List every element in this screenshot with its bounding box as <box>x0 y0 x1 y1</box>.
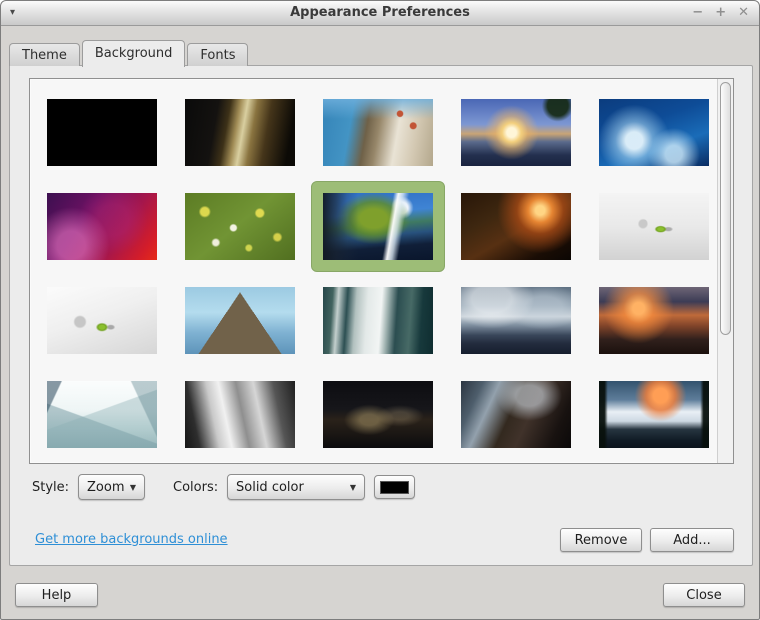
scrollbar-track[interactable] <box>717 79 733 463</box>
get-more-backgrounds-link[interactable]: Get more backgrounds online <box>35 532 228 547</box>
wallpaper-image <box>461 193 571 260</box>
wallpaper-thumbnail-lit-building-night[interactable] <box>185 99 295 166</box>
wallpaper-image <box>185 99 295 166</box>
window-controls: − + ✕ <box>692 5 749 21</box>
color-swatch-fill <box>380 481 409 494</box>
wallpaper-thumbnail-palm-beach-sunset[interactable] <box>461 99 571 166</box>
wallpaper-image <box>461 99 571 166</box>
wallpaper-thumbnail-solid-black[interactable] <box>47 99 157 166</box>
titlebar: ▾ Appearance Preferences − + ✕ <box>1 1 759 26</box>
wallpaper-image <box>47 287 157 354</box>
wallpaper-thumbnail-flower-meadow[interactable] <box>185 193 295 260</box>
wallpaper-list <box>29 78 734 464</box>
wallpaper-thumbnail-mint-logo-studio-b[interactable] <box>47 287 157 354</box>
wallpaper-image <box>323 287 433 354</box>
wallpaper-thumbnail-purple-abstract[interactable] <box>47 193 157 260</box>
add-button-label: Add... <box>673 533 711 548</box>
wallpaper-thumbnail-ocean-wave[interactable] <box>599 99 709 166</box>
close-button-label: Close <box>686 588 721 603</box>
wallpaper-thumbnail-coastal-cliff-town[interactable] <box>323 99 433 166</box>
style-dropdown[interactable]: Zoom ▼ <box>78 474 145 500</box>
add-button[interactable]: Add... <box>650 528 734 552</box>
remove-button-label: Remove <box>575 533 628 548</box>
wallpaper-thumbnail-green-cliff-beach[interactable] <box>323 193 433 260</box>
minimize-button[interactable]: − <box>692 5 703 21</box>
wallpaper-grid <box>47 99 709 448</box>
colors-dropdown[interactable]: Solid color ▼ <box>227 474 365 500</box>
close-button[interactable]: Close <box>663 583 745 607</box>
close-window-button[interactable]: ✕ <box>738 5 749 21</box>
wallpaper-thumbnail-city-skyline-clouds[interactable] <box>461 287 571 354</box>
window-title: Appearance Preferences <box>1 5 759 20</box>
wallpaper-image <box>461 287 571 354</box>
wallpaper-thumbnail-glass-towers[interactable] <box>323 287 433 354</box>
tab-background[interactable]: Background <box>82 40 186 67</box>
wallpaper-thumbnail-dark-shore-glitter[interactable] <box>461 381 571 448</box>
wallpaper-image <box>599 99 709 166</box>
wallpaper-thumbnail-glass-pyramid[interactable] <box>185 287 295 354</box>
color-swatch-button[interactable] <box>374 475 415 499</box>
wallpaper-image <box>47 381 157 448</box>
wallpaper-image <box>323 99 433 166</box>
wallpaper-image <box>185 287 295 354</box>
help-button[interactable]: Help <box>15 583 98 607</box>
wallpaper-image <box>599 287 709 354</box>
tab-bar: ThemeBackgroundFonts <box>9 39 250 66</box>
colors-dropdown-value: Solid color <box>236 480 304 495</box>
style-label: Style: <box>32 480 69 495</box>
help-button-label: Help <box>42 588 72 603</box>
wallpaper-thumbnail-minimal-mountains[interactable] <box>47 381 157 448</box>
wallpaper-thumbnail-bw-curved-building[interactable] <box>185 381 295 448</box>
wallpaper-image <box>185 381 295 448</box>
chevron-down-icon: ▼ <box>350 483 356 492</box>
wallpaper-thumbnail-mint-logo-studio-a[interactable] <box>599 193 709 260</box>
wallpaper-image <box>461 381 571 448</box>
style-dropdown-value: Zoom <box>87 480 124 495</box>
background-tab-panel: Style: Zoom ▼ Colors: Solid color ▼ Get … <box>9 65 753 566</box>
wallpaper-thumbnail-night-city-panorama[interactable] <box>323 381 433 448</box>
tab-fonts[interactable]: Fonts <box>187 43 248 66</box>
wallpaper-image <box>323 193 433 260</box>
appearance-preferences-window: ▾ Appearance Preferences − + ✕ ThemeBack… <box>0 0 760 620</box>
wallpaper-thumbnail-snowy-mountain-sunset[interactable] <box>599 381 709 448</box>
wallpaper-image <box>599 381 709 448</box>
colors-label: Colors: <box>173 480 218 495</box>
wallpaper-thumbnail-dark-orange-sunset[interactable] <box>461 193 571 260</box>
wallpaper-image <box>599 193 709 260</box>
chevron-down-icon: ▼ <box>130 483 136 492</box>
wallpaper-image <box>185 193 295 260</box>
wallpaper-image <box>323 381 433 448</box>
wallpaper-image <box>47 99 157 166</box>
scrollbar-thumb[interactable] <box>720 82 731 335</box>
wallpaper-thumbnail-sunset-over-water[interactable] <box>599 287 709 354</box>
maximize-button[interactable]: + <box>715 5 726 21</box>
remove-button[interactable]: Remove <box>560 528 642 552</box>
tab-theme[interactable]: Theme <box>9 43 80 66</box>
wallpaper-image <box>47 193 157 260</box>
